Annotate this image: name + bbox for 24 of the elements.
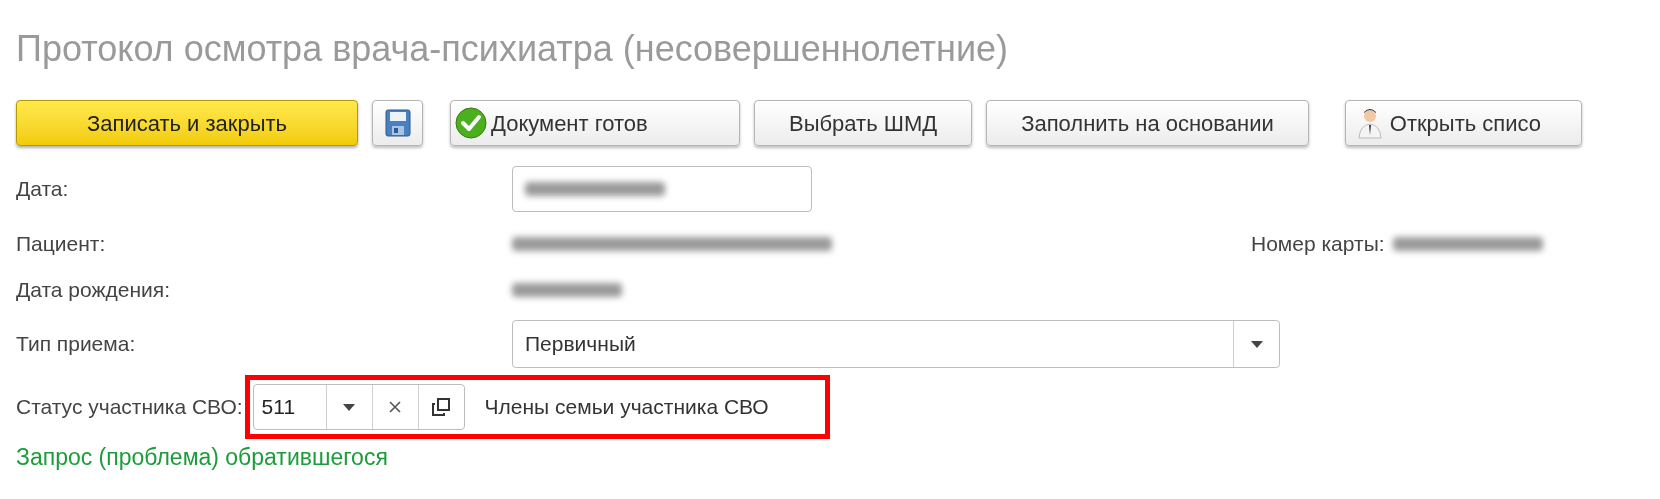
field-label: Пациент: <box>16 231 107 258</box>
svo-status-text: Члены семьи участника СВО <box>484 394 769 421</box>
field-label: Дата: <box>16 176 70 203</box>
checkmark-icon <box>455 107 487 139</box>
clear-icon <box>389 401 402 413</box>
dropdown-arrow-icon <box>343 403 356 411</box>
date-field[interactable] <box>512 166 812 212</box>
toolbar-button[interactable]: Выбрать ШМД <box>754 100 973 146</box>
toolbar-button[interactable]: Заполнить на основании <box>986 100 1309 146</box>
document-ready-button[interactable]: Документ готов <box>450 100 740 146</box>
open-list-button[interactable]: Открыть списо <box>1344 100 1582 146</box>
save-and-close-button[interactable]: Записать и закрыть <box>16 100 358 146</box>
field-label: Дата рождения: <box>16 277 171 304</box>
visit-type-dropdown[interactable]: Первичный <box>512 320 1280 368</box>
field-label: Статус участника СВО: <box>16 394 243 421</box>
save-button[interactable] <box>372 100 423 146</box>
dropdown-arrow-icon <box>1250 340 1263 348</box>
form-title: Протокол осмотра врача-психиатра (несовершеннолетние) <box>16 27 1010 71</box>
field-label: Номер карты: <box>1251 231 1385 258</box>
open-window-icon <box>431 397 452 417</box>
field-label: Тип приема: <box>16 331 137 358</box>
svo-status-field[interactable]: 511 <box>252 384 465 430</box>
doctor-icon <box>1357 107 1382 139</box>
section-title: Запрос (проблема) обратившегося <box>16 443 389 472</box>
